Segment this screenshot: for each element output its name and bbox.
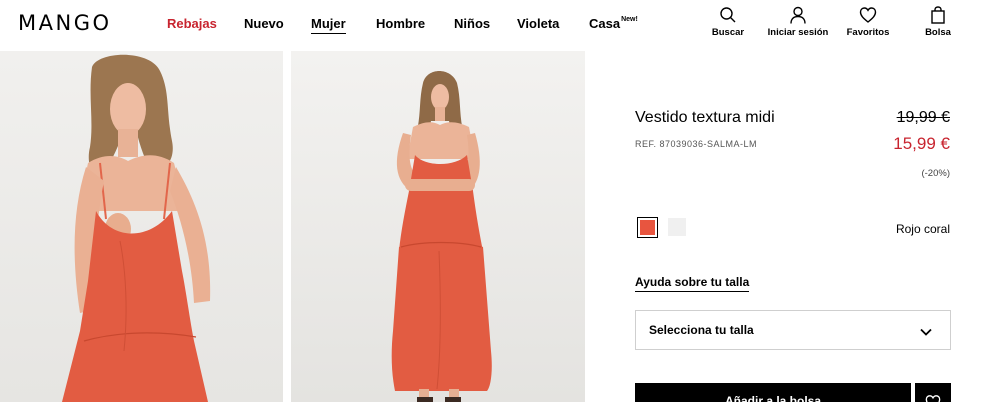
size-select-label: Selecciona tu talla <box>649 323 754 337</box>
nav-nuevo[interactable]: Nuevo <box>244 16 284 31</box>
nav-casa-label: Casa <box>589 16 621 31</box>
size-select[interactable]: Selecciona tu talla <box>635 310 951 350</box>
model-photo-full <box>391 71 492 402</box>
color-swatch-alt[interactable] <box>668 218 686 236</box>
add-to-favorites-button[interactable] <box>915 383 951 402</box>
product-title: Vestido textura midi <box>635 109 775 126</box>
size-help-link[interactable]: Ayuda sobre tu talla <box>635 275 750 292</box>
bag-label: Bolsa <box>925 27 951 38</box>
bag-icon <box>931 6 945 24</box>
mango-logo[interactable]: MANGO <box>18 11 112 35</box>
product-image-1[interactable] <box>0 51 283 402</box>
original-price: 19,99 € <box>896 109 950 126</box>
nav-casa[interactable]: CasaNew! <box>589 16 638 31</box>
nav-hombre[interactable]: Hombre <box>376 16 425 31</box>
selected-color-name: Rojo coral <box>895 222 950 236</box>
nav-rebajas[interactable]: Rebajas <box>167 16 217 31</box>
product-reference: REF. 87039036-SALMA-LM <box>635 139 758 149</box>
heart-icon <box>859 7 877 23</box>
nav-mujer[interactable]: Mujer <box>311 16 346 34</box>
nav-ninos[interactable]: Niños <box>454 16 490 31</box>
model-photo-closeup <box>62 54 211 402</box>
user-icon <box>790 6 806 24</box>
product-image-2[interactable] <box>291 51 585 402</box>
heart-icon <box>925 395 941 402</box>
nav-violeta[interactable]: Violeta <box>517 16 559 31</box>
sale-price: 15,99 € <box>893 134 950 153</box>
chevron-down-icon <box>920 328 932 336</box>
bag-button[interactable]: Bolsa <box>893 6 981 38</box>
new-badge: New! <box>621 16 638 23</box>
swatch-fill <box>640 220 655 235</box>
search-icon <box>720 7 736 23</box>
color-swatch-rojo-coral[interactable] <box>637 217 658 238</box>
discount-percent: (-20%) <box>921 168 950 179</box>
header: MANGO Rebajas Nuevo Mujer Hombre Niños V… <box>0 0 981 48</box>
add-to-bag-button[interactable]: Añadir a la bolsa <box>635 383 911 402</box>
add-to-bag-label: Añadir a la bolsa <box>724 394 822 402</box>
